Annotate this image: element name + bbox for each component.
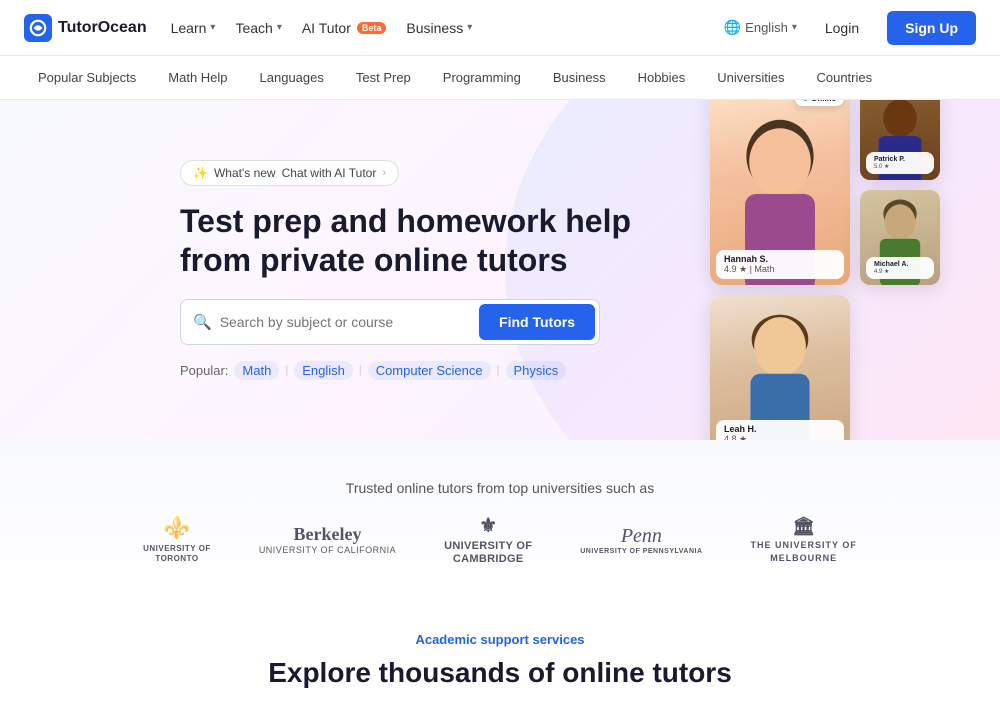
- nav-item-learn[interactable]: Learn ▾: [171, 14, 216, 42]
- popular-tag-math[interactable]: Math: [234, 361, 279, 380]
- chevron-down-icon: ▾: [792, 22, 797, 33]
- tutor-card-michael[interactable]: Michael A. 4.9 ★: [860, 190, 940, 285]
- login-button[interactable]: Login: [809, 12, 875, 44]
- nav-items: Learn ▾ Teach ▾ AI Tutor Beta Business ▾: [171, 14, 473, 42]
- nav-item-teach[interactable]: Teach ▾: [235, 14, 281, 42]
- explore-title: Explore thousands of online tutors: [24, 657, 976, 689]
- logo-svg: [29, 19, 47, 37]
- subnav-popular-subjects[interactable]: Popular Subjects: [24, 64, 150, 91]
- explore-label: Academic support services: [24, 632, 976, 647]
- tutor-name-badge-stephanie: Hannah S. 4.9 ★ | Math: [716, 250, 844, 279]
- logo-text: TutorOcean: [58, 19, 147, 37]
- subnav-languages[interactable]: Languages: [246, 64, 338, 91]
- subnav-hobbies[interactable]: Hobbies: [624, 64, 700, 91]
- tutor-card-stephanie[interactable]: Online Hannah S. 4.9 ★ | Math: [710, 100, 850, 285]
- university-logos: ⚜️ UNIVERSITY OFTORONTO Berkeley UNIVERS…: [24, 520, 976, 560]
- melbourne-crest-icon: 🏛: [792, 516, 815, 538]
- cambridge-crest-icon: ⚜: [479, 514, 497, 538]
- popular-row: Popular: Math | English | Computer Scien…: [180, 361, 660, 380]
- hero-section: ✨ What's new Chat with AI Tutor › Test p…: [0, 100, 1000, 440]
- chevron-down-icon: ▾: [277, 22, 282, 33]
- subnav-universities[interactable]: Universities: [703, 64, 798, 91]
- search-icon: 🔍: [193, 313, 212, 331]
- hero-title: Test prep and homework help from private…: [180, 202, 660, 279]
- language-label: English: [745, 20, 788, 35]
- chevron-down-icon: ▾: [467, 22, 472, 33]
- universities-title: Trusted online tutors from top universit…: [24, 480, 976, 496]
- popular-label: Popular:: [180, 363, 228, 378]
- subnav-test-prep[interactable]: Test Prep: [342, 64, 425, 91]
- university-cambridge: ⚜ UNIVERSITY OFCAMBRIDGE: [444, 520, 532, 560]
- universities-section: Trusted online tutors from top universit…: [0, 440, 1000, 600]
- tutor-name-badge-leah: Leah H. 4.8 ★: [716, 420, 844, 440]
- signup-button[interactable]: Sign Up: [887, 11, 976, 45]
- separator: |: [285, 364, 288, 376]
- tutor-name-badge-patrick: Patrick P. 5.0 ★: [866, 152, 934, 174]
- toronto-crest-icon: ⚜️: [163, 515, 190, 541]
- logo-icon: [24, 14, 52, 42]
- globe-icon: 🌐: [724, 19, 741, 36]
- subnav-programming[interactable]: Programming: [429, 64, 535, 91]
- popular-tag-english[interactable]: English: [294, 361, 353, 380]
- university-berkeley: Berkeley UNIVERSITY OF CALIFORNIA: [259, 520, 396, 560]
- subnav-business[interactable]: Business: [539, 64, 620, 91]
- tutor-cards: Online Hannah S. 4.9 ★ | Math: [710, 100, 940, 440]
- tutor-card-leah[interactable]: Leah H. 4.8 ★: [710, 295, 850, 440]
- university-penn: Penn UNIVERSITY OF PENNSYLVANIA: [580, 520, 702, 560]
- nav-item-business[interactable]: Business ▾: [406, 14, 472, 42]
- subnav-math-help[interactable]: Math Help: [154, 64, 241, 91]
- separator: |: [359, 364, 362, 376]
- tutor-chip-stephanie: Online: [795, 100, 844, 106]
- popular-tag-physics[interactable]: Physics: [506, 361, 567, 380]
- navbar: TutorOcean Learn ▾ Teach ▾ AI Tutor Beta…: [0, 0, 1000, 56]
- subnav: Popular Subjects Math Help Languages Tes…: [0, 56, 1000, 100]
- popular-tag-cs[interactable]: Computer Science: [368, 361, 491, 380]
- whats-new-link: Chat with AI Tutor: [282, 166, 377, 180]
- subnav-countries[interactable]: Countries: [802, 64, 886, 91]
- whats-new-badge[interactable]: ✨ What's new Chat with AI Tutor ›: [180, 160, 399, 186]
- tutor-name-badge-michael: Michael A. 4.9 ★: [866, 257, 934, 279]
- whats-new-label: What's new: [214, 166, 276, 180]
- university-toronto: ⚜️ UNIVERSITY OFTORONTO: [143, 520, 211, 560]
- online-dot: [803, 100, 808, 101]
- spark-icon: ✨: [193, 166, 208, 180]
- tutor-card-patrick[interactable]: Patrick P. 5.0 ★: [860, 100, 940, 180]
- chevron-down-icon: ▾: [210, 22, 215, 33]
- language-selector[interactable]: 🌐 English ▾: [724, 19, 797, 36]
- find-tutors-button[interactable]: Find Tutors: [479, 304, 595, 340]
- separator: |: [497, 364, 500, 376]
- nav-item-ai-tutor[interactable]: AI Tutor Beta: [302, 14, 387, 42]
- navbar-left: TutorOcean Learn ▾ Teach ▾ AI Tutor Beta…: [24, 14, 472, 42]
- search-input[interactable]: [220, 314, 471, 330]
- logo[interactable]: TutorOcean: [24, 14, 147, 42]
- explore-section: Academic support services Explore thousa…: [0, 600, 1000, 705]
- hero-search-bar: 🔍 Find Tutors: [180, 299, 600, 345]
- beta-badge: Beta: [357, 22, 387, 34]
- university-melbourne: 🏛 THE UNIVERSITY OFMELBOURNE: [751, 520, 857, 560]
- hero-content: ✨ What's new Chat with AI Tutor › Test p…: [180, 160, 660, 380]
- arrow-icon: ›: [382, 167, 386, 179]
- navbar-right: 🌐 English ▾ Login Sign Up: [724, 11, 976, 45]
